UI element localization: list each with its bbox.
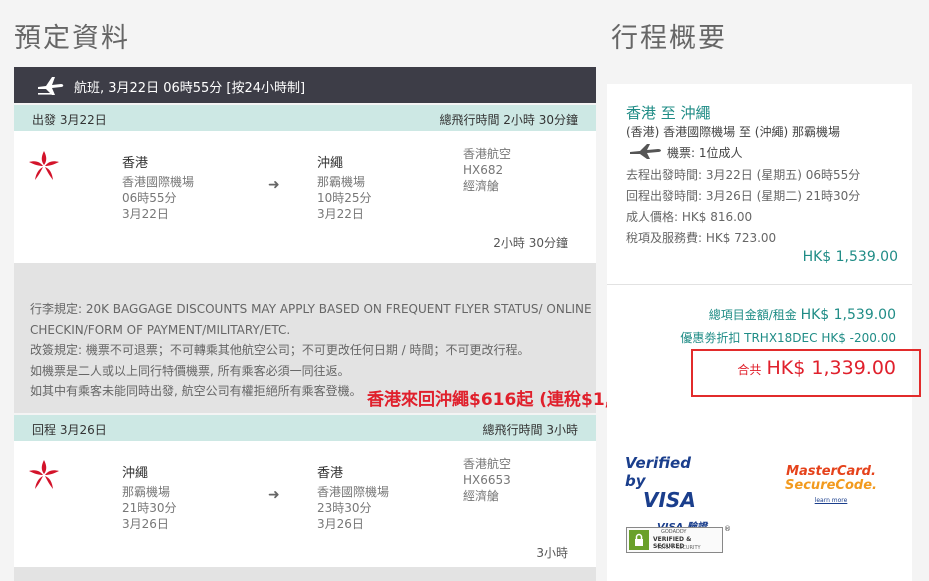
- hongkong-airlines-logo-icon: [29, 460, 59, 489]
- summary-route: 香港 至 沖繩: [626, 104, 711, 122]
- rules-line: CHECKIN/FORM OF PAYMENT/MILITARY/ETC.: [30, 322, 291, 337]
- inbound-from-time: 21時30分: [122, 501, 177, 515]
- inbound-header: 回程 3月26日 總飛行時間 3小時: [14, 415, 596, 441]
- divider: [607, 284, 912, 285]
- grand-total-highlight-box: [691, 349, 921, 397]
- mc-brand: SecureCode.: [785, 478, 877, 493]
- next-section-strip: [14, 567, 596, 581]
- mc-learn-more-link[interactable]: learn more: [781, 497, 881, 504]
- registered-mark-icon: ®: [724, 525, 731, 533]
- booking-title: 預定資料: [14, 23, 130, 54]
- visa-brand: VISA: [643, 488, 696, 512]
- outbound-to-date: 3月22日: [317, 207, 364, 221]
- outbound-from-airport: 香港國際機場: [122, 175, 195, 189]
- outbound-to-airport: 那霸機場: [317, 175, 366, 189]
- inbound-flight-no: HX6653: [463, 473, 511, 487]
- outbound-from-date: 3月22日: [122, 207, 169, 221]
- inbound-to-time: 23時30分: [317, 501, 372, 515]
- summary-tickets: 機票: 1位成人: [667, 146, 743, 160]
- mastercard-securecode-badge[interactable]: MasterCard. SecureCode. learn more: [781, 464, 881, 504]
- rules-line: 改簽規定: 機票不可退票；不可轉乘其他航空公司；不可更改任何日期 / 時間；不可…: [30, 343, 530, 357]
- mc-top-text: MasterCard.: [786, 464, 876, 479]
- inbound-to-date: 3月26日: [317, 517, 364, 531]
- outbound-header: 出發 3月22日 總飛行時間 2小時 30分鐘: [14, 105, 596, 131]
- lock-icon: [629, 530, 649, 550]
- outbound-date: 出發 3月22日: [32, 113, 107, 127]
- inbound-from-date: 3月26日: [122, 517, 169, 531]
- plane-icon: [38, 77, 64, 95]
- summary-adult-price: 成人價格: HK$ 816.00: [626, 210, 753, 224]
- outbound-flight-no: HX682: [463, 163, 504, 177]
- verified-by-visa-badge[interactable]: Verified by VISA VISA 驗證: [625, 454, 715, 533]
- plane-icon: [630, 144, 661, 159]
- arrow-right-icon: ➜: [268, 487, 280, 503]
- outbound-airline: 香港航空: [463, 147, 512, 161]
- outbound-to-city: 沖繩: [317, 156, 344, 171]
- rules-line: 如機票是二人或以上同行特價機票, 所有乘客必須一同往返。: [30, 363, 350, 378]
- godaddy-verified-badge[interactable]: GODADDY VERIFIED & SECURED VERIFY SECURI…: [626, 527, 723, 553]
- summary-tax: 稅項及服務費: HK$ 723.00: [626, 231, 777, 245]
- summary-airports: (香港) 香港國際機場 至 (沖繩) 那霸機場: [626, 125, 840, 139]
- outbound-cabin: 經濟艙: [463, 179, 500, 193]
- total-label: 總項目金額/租金: [708, 308, 797, 322]
- inbound-from-airport: 那霸機場: [122, 485, 171, 499]
- summary-title: 行程概要: [611, 23, 727, 54]
- inbound-airline: 香港航空: [463, 457, 512, 471]
- rules-line: 行李規定: 20K BAGGAGE DISCOUNTS MAY APPLY BA…: [30, 302, 592, 316]
- flight-header-text: 航班, 3月22日 06時55分 [按24小時制]: [74, 81, 306, 96]
- outbound-from-city: 香港: [122, 156, 149, 171]
- arrow-right-icon: ➜: [268, 177, 280, 193]
- summary-return-time: 回程出發時間: 3月26日 (星期二) 21時30分: [626, 189, 861, 203]
- gd-sub-text: VERIFY SECURITY: [657, 545, 701, 551]
- summary-coupon: 優惠劵折扣 TRHX18DEC HK$ -200.00: [680, 331, 896, 345]
- outbound-from-time: 06時55分: [122, 191, 177, 205]
- hongkong-airlines-logo-icon: [29, 151, 59, 180]
- inbound-from-city: 沖繩: [122, 466, 149, 481]
- inbound-cabin: 經濟艙: [463, 489, 500, 503]
- outbound-total-time: 總飛行時間 2小時 30分鐘: [439, 113, 578, 127]
- inbound-duration: 3小時: [536, 546, 568, 560]
- outbound-duration: 2小時 30分鐘: [493, 236, 568, 250]
- inbound-segment: 沖繩 那霸機場 21時30分 3月26日 ➜ 香港 香港國際機場 23時30分 …: [14, 441, 596, 567]
- flight-header-bar: 航班, 3月22日 06時55分 [按24小時制]: [14, 67, 596, 103]
- visa-top-text: Verified by: [625, 454, 691, 490]
- summary-subtotal: HK$ 1,539.00: [802, 249, 898, 265]
- summary-depart-time: 去程出發時間: 3月22日 (星期五) 06時55分: [626, 168, 861, 182]
- inbound-total-time: 總飛行時間 3小時: [482, 423, 578, 437]
- outbound-segment: 香港 香港國際機場 06時55分 3月22日 ➜ 沖繩 那霸機場 10時25分 …: [14, 131, 596, 263]
- outbound-to-time: 10時25分: [317, 191, 372, 205]
- inbound-to-city: 香港: [317, 466, 344, 481]
- gd-top-text: GODADDY: [661, 529, 687, 535]
- total-value: HK$ 1,539.00: [800, 307, 896, 323]
- inbound-date: 回程 3月26日: [32, 423, 107, 437]
- trip-summary-panel: 香港 至 沖繩 (香港) 香港國際機場 至 (沖繩) 那霸機場 機票: 1位成人…: [607, 84, 912, 581]
- summary-total-row: 總項目金額/租金 HK$ 1,539.00: [709, 306, 896, 323]
- inbound-to-airport: 香港國際機場: [317, 485, 390, 499]
